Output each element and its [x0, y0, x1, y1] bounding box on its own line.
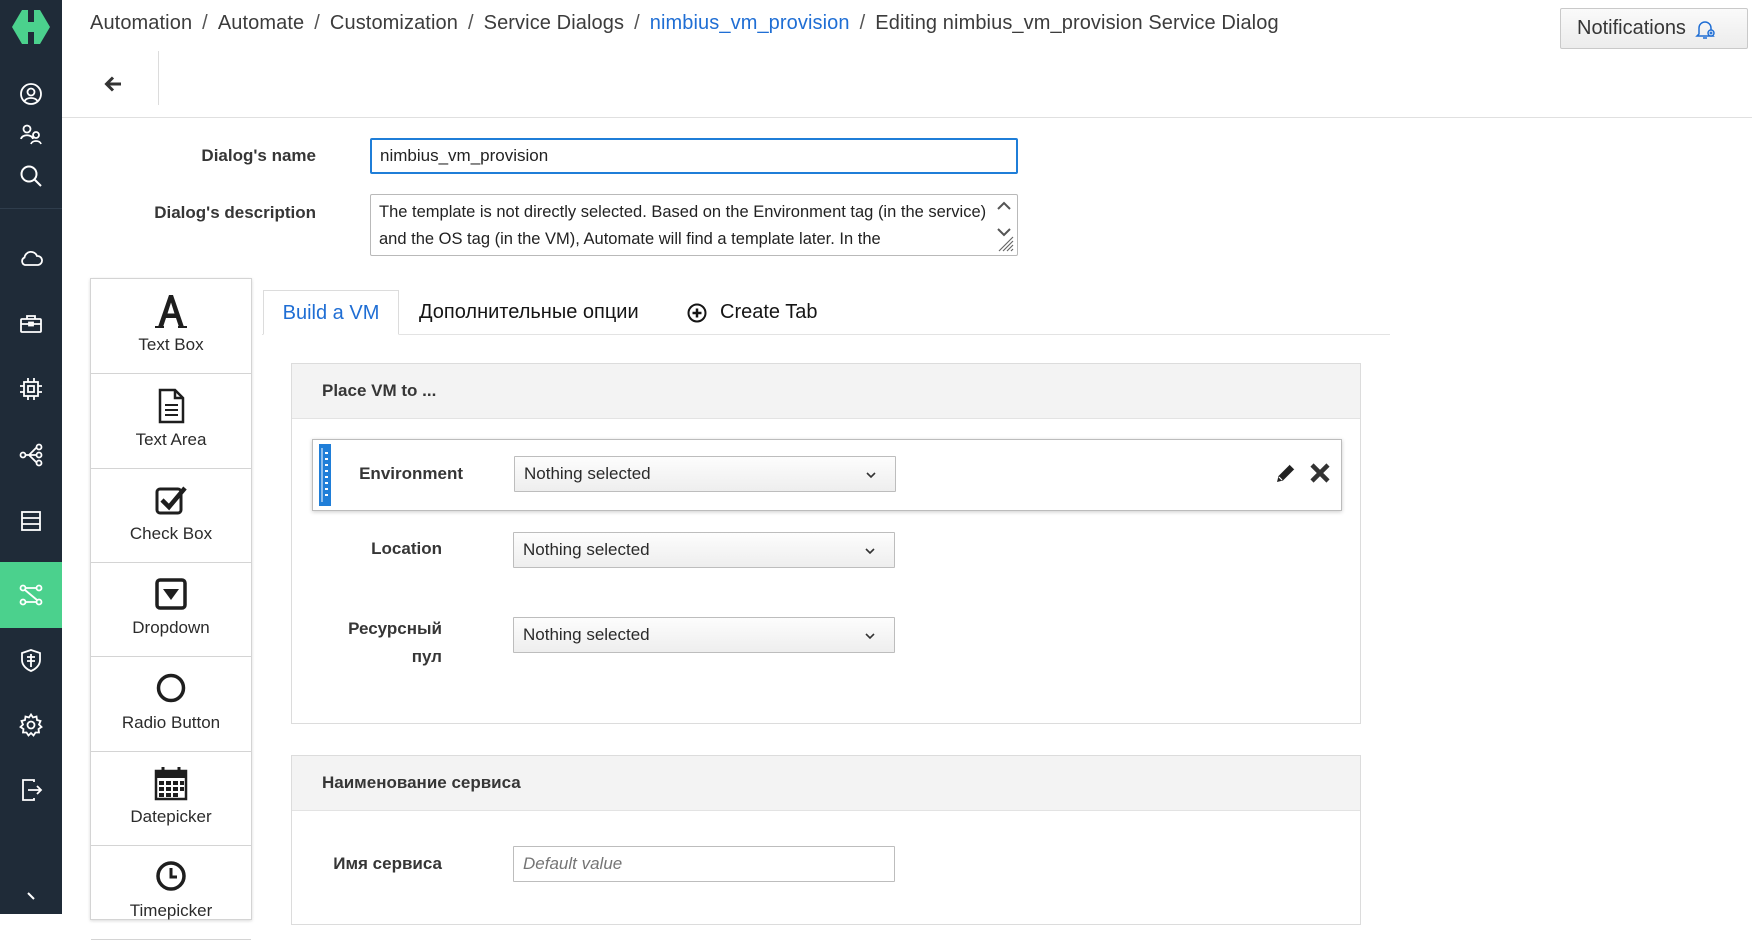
toolbar — [62, 51, 1752, 118]
toolbox-item-label: Datepicker — [130, 807, 212, 826]
breadcrumb-current-page: Editing nimbius_vm_provision Service Dia… — [875, 12, 1279, 34]
breadcrumb-separator: / — [467, 12, 474, 34]
toolbox-text-area[interactable]: Text Area — [91, 374, 251, 469]
chevron-down-icon — [865, 548, 875, 555]
breadcrumb-separator: / — [314, 12, 320, 34]
field-label-location: Location — [371, 539, 442, 558]
dialog-name-label: Dialog's name — [201, 146, 316, 165]
resource-pool-select-value: Nothing selected — [523, 625, 650, 644]
section-title: Place VM to ... — [292, 364, 1360, 419]
selected-dialog-field[interactable]: Environment Nothing selected — [312, 439, 1342, 511]
delete-x-icon[interactable] — [1307, 460, 1333, 486]
breadcrumb: Automation / Automate / Customization / Servic… — [90, 12, 1279, 35]
breadcrumb-dialog-link[interactable]: nimbius_vm_provision — [650, 12, 850, 34]
breadcrumb-automate[interactable]: Automate — [218, 12, 304, 34]
resource-pool-select[interactable]: Nothing selected — [513, 617, 895, 653]
edit-pencil-icon[interactable] — [1273, 460, 1299, 486]
toolbox-datepicker[interactable]: Datepicker — [91, 751, 251, 846]
dialog-description-textarea[interactable]: The template is not directly selected. B… — [370, 194, 1018, 256]
toolbox-check-box[interactable]: Check Box — [91, 468, 251, 563]
nav-cloud-icon[interactable] — [0, 230, 62, 286]
nav-chip-icon[interactable] — [0, 361, 62, 417]
breadcrumb-automation[interactable]: Automation — [90, 12, 192, 34]
field-label-resource-pool-line2: пул — [411, 647, 442, 666]
notifications-label: Notifications — [1577, 17, 1686, 39]
toolbox-dropdown[interactable]: Dropdown — [91, 562, 251, 657]
check-box-icon — [155, 486, 187, 515]
field-label-environment: Environment — [359, 464, 463, 483]
nav-expand-chevron-icon[interactable] — [0, 886, 62, 914]
field-label-resource-pool-line1: Ресурсный — [348, 619, 442, 638]
toolbox-text-box[interactable]: Text Box — [91, 279, 251, 374]
create-tab-label: Create Tab — [720, 301, 818, 323]
breadcrumb-separator: / — [859, 12, 866, 34]
toolbox-item-label: Text Box — [138, 335, 204, 354]
field-toolbox: Text Box Text Area Check Box Dropdown Ra… — [90, 278, 252, 940]
section-place-vm[interactable]: Place VM to ... Environment Nothing sele… — [291, 363, 1361, 724]
location-select[interactable]: Nothing selected — [513, 532, 895, 568]
bell-icon — [1695, 20, 1715, 39]
dropdown-icon — [155, 578, 187, 610]
breadcrumb-separator: / — [634, 12, 640, 34]
nav-gear-icon[interactable] — [0, 697, 62, 753]
toolbox-timepicker[interactable]: Timepicker — [91, 845, 251, 940]
toolbox-item-label: Timepicker — [129, 901, 213, 920]
calendar-icon — [154, 767, 188, 801]
nav-search-icon[interactable] — [0, 148, 62, 204]
plus-circle-icon — [687, 303, 707, 322]
create-tab-button[interactable]: Create Tab — [686, 290, 817, 335]
dialog-name-input[interactable] — [370, 138, 1018, 174]
nav-shield-icon[interactable] — [0, 632, 62, 688]
notifications-button[interactable]: Notifications — [1560, 8, 1748, 49]
dialog-description-label: Dialog's description — [154, 203, 316, 222]
tab-additional-options[interactable]: Дополнительные опции — [419, 290, 639, 335]
brand-logo-icon[interactable] — [4, 0, 58, 54]
vertical-nav — [0, 0, 62, 914]
toolbar-divider — [158, 51, 159, 105]
nav-logout-icon[interactable] — [0, 762, 62, 818]
location-select-value: Nothing selected — [523, 540, 650, 559]
toolbox-item-label: Check Box — [129, 524, 213, 543]
toolbox-item-label: Text Area — [135, 430, 207, 449]
service-name-input[interactable] — [513, 846, 895, 882]
dialog-description-text: The template is not directly selected. B… — [379, 203, 987, 248]
back-arrow-icon[interactable] — [96, 67, 130, 101]
clock-icon — [156, 861, 186, 891]
text-area-icon — [158, 388, 185, 424]
nav-automation-icon[interactable] — [0, 562, 62, 628]
section-title: Наименование сервиса — [292, 756, 1360, 811]
text-box-icon — [155, 295, 187, 328]
radio-button-icon — [156, 673, 186, 703]
drag-handle-icon[interactable] — [319, 444, 331, 506]
field-label-service-name: Имя сервиса — [333, 854, 442, 873]
chevron-down-icon — [866, 472, 876, 479]
toolbox-radio-button[interactable]: Radio Button — [91, 657, 251, 752]
tab-build-a-vm[interactable]: Build a VM — [263, 290, 399, 335]
breadcrumb-customization[interactable]: Customization — [330, 12, 458, 34]
toolbox-item-label: Radio Button — [121, 713, 221, 732]
chevron-down-icon — [865, 633, 875, 640]
toolbox-item-label: Dropdown — [132, 618, 210, 637]
section-service-name[interactable]: Наименование сервиса Имя сервиса — [291, 755, 1361, 925]
nav-toolbox-icon[interactable] — [0, 296, 62, 352]
nav-storage-icon[interactable] — [0, 493, 62, 549]
nav-network-icon[interactable] — [0, 427, 62, 483]
breadcrumb-service-dialogs[interactable]: Service Dialogs — [484, 12, 624, 34]
breadcrumb-separator: / — [202, 12, 208, 34]
environment-select[interactable]: Nothing selected — [514, 456, 896, 492]
field-label-resource-pool: Ресурсный пул — [312, 615, 442, 671]
textarea-scrollbar[interactable] — [993, 197, 1015, 253]
environment-select-value: Nothing selected — [524, 464, 651, 483]
